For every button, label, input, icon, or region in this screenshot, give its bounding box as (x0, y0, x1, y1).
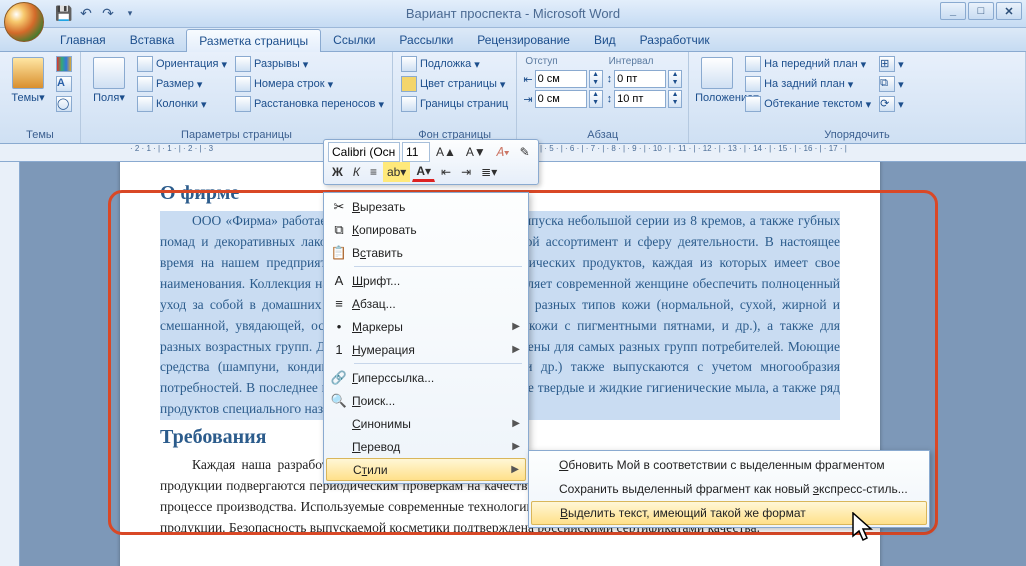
window-title: Вариант проспекта - Microsoft Word (0, 6, 1026, 21)
ctx-item-вырезать[interactable]: ✂Вырезать (326, 195, 526, 218)
titlebar: 💾 ↶ ↷ ▾ Вариант проспекта - Microsoft Wo… (0, 0, 1026, 28)
ctx-item-гиперссылка-[interactable]: 🔗Гиперссылка... (326, 366, 526, 389)
tab-home[interactable]: Главная (48, 29, 118, 51)
ctx-item-копировать[interactable]: ⧉Копировать (326, 218, 526, 241)
close-button[interactable]: ✕ (996, 2, 1022, 20)
ctx-item-шрифт-[interactable]: AШрифт... (326, 269, 526, 292)
line-numbers-button[interactable]: Номера строк ▾ (233, 75, 386, 93)
ctx-item-нумерация[interactable]: 1Нумерация▶ (326, 338, 526, 361)
ctx-item-абзац-[interactable]: ≡Абзац... (326, 292, 526, 315)
decrease-indent-icon[interactable]: ⇤ (437, 162, 455, 182)
group-paragraph: Отступ ⇤▲▼ ⇥▲▼ Интервал ↕▲▼ ↕▲▼ Абзац (517, 52, 689, 143)
position-button[interactable]: Положение▾ (695, 55, 739, 104)
watermark-button[interactable]: Подложка ▾ (399, 55, 510, 73)
format-painter-icon[interactable]: ✎ (516, 142, 534, 162)
qat-more-icon[interactable]: ▾ (120, 4, 140, 24)
ctx-item-вставить[interactable]: 📋Вставить (326, 241, 526, 264)
ctx-item-маркеры[interactable]: •Маркеры▶ (326, 315, 526, 338)
context-menu: ✂Вырезать⧉Копировать📋Вставить AШрифт...≡А… (323, 192, 529, 484)
ctx-item-синонимы[interactable]: Синонимы▶ (326, 412, 526, 435)
ctx-item-перевод[interactable]: Перевод▶ (326, 435, 526, 458)
hyphenation-button[interactable]: Расстановка переносов ▾ (233, 95, 386, 113)
group-themes: Темы▾ A ◯ Темы (0, 52, 81, 143)
undo-icon[interactable]: ↶ (76, 4, 96, 24)
bold-icon[interactable]: Ж (328, 162, 347, 182)
group-objects-button[interactable]: ⧉▾ (877, 75, 906, 93)
themes-button[interactable]: Темы▾ (6, 55, 50, 104)
redo-icon[interactable]: ↷ (98, 4, 118, 24)
margins-button[interactable]: Поля▾ (87, 55, 131, 104)
indent-left-field[interactable]: ⇤▲▼ (523, 70, 602, 88)
bring-front-button[interactable]: На передний план ▾ (743, 55, 873, 73)
ctx-item-поиск-[interactable]: 🔍Поиск... (326, 389, 526, 412)
shrink-font-icon[interactable]: A▼ (462, 142, 490, 162)
columns-button[interactable]: Колонки ▾ (135, 95, 229, 113)
grow-font-icon[interactable]: A▲ (432, 142, 460, 162)
tab-mailings[interactable]: Рассылки (387, 29, 465, 51)
theme-effects-button[interactable]: ◯ (54, 95, 74, 113)
align-button[interactable]: ⊞▾ (877, 55, 906, 73)
indent-right-field[interactable]: ⇥▲▼ (523, 90, 602, 108)
mini-toolbar: A▲ A▼ 𝐴▾ ✎ Ж К ≡ ab▾ A▾ ⇤ ⇥ ≣▾ (323, 139, 539, 185)
tab-review[interactable]: Рецензирование (465, 29, 582, 51)
styles-submenu: Обновить Мой в соответствии с выделенным… (528, 450, 930, 528)
styles-icon[interactable]: 𝐴▾ (492, 142, 514, 162)
tab-view[interactable]: Вид (582, 29, 628, 51)
bullets-icon[interactable]: ≣▾ (477, 162, 501, 182)
size-button[interactable]: Размер ▾ (135, 75, 229, 93)
group-page-background: Подложка ▾ Цвет страницы ▾ Границы стран… (393, 52, 517, 143)
indent-label: Отступ (523, 55, 602, 68)
spacing-label: Интервал (607, 55, 683, 68)
text-wrap-button[interactable]: Обтекание текстом ▾ (743, 95, 873, 113)
font-size-field[interactable] (402, 142, 430, 162)
group-page-setup: Поля▾ Ориентация ▾ Размер ▾ Колонки ▾ Ра… (81, 52, 393, 143)
highlight-icon[interactable]: ab▾ (383, 162, 410, 182)
page-borders-button[interactable]: Границы страниц (399, 95, 510, 113)
ribbon-tabs: Главная Вставка Разметка страницы Ссылки… (0, 28, 1026, 52)
theme-colors-button[interactable] (54, 55, 74, 73)
minimize-button[interactable]: _ (940, 2, 966, 20)
save-icon[interactable]: 💾 (54, 4, 74, 24)
tab-developer[interactable]: Разработчик (628, 29, 722, 51)
ribbon: Темы▾ A ◯ Темы Поля▾ Ориентация ▾ Размер… (0, 52, 1026, 144)
group-arrange: Положение▾ На передний план ▾ На задний … (689, 52, 1026, 143)
font-name-field[interactable] (328, 142, 400, 162)
quick-access-toolbar: 💾 ↶ ↷ ▾ (54, 4, 140, 24)
tab-references[interactable]: Ссылки (321, 29, 387, 51)
italic-icon[interactable]: К (349, 162, 364, 182)
submenu-item[interactable]: Обновить Мой в соответствии с выделенным… (531, 453, 927, 477)
align-center-icon[interactable]: ≡ (366, 162, 381, 182)
increase-indent-icon[interactable]: ⇥ (457, 162, 475, 182)
tab-page-layout[interactable]: Разметка страницы (186, 29, 321, 52)
office-button[interactable] (4, 2, 44, 42)
page-color-button[interactable]: Цвет страницы ▾ (399, 75, 510, 93)
font-color-icon[interactable]: A▾ (412, 162, 435, 182)
orientation-button[interactable]: Ориентация ▾ (135, 55, 229, 73)
maximize-button[interactable]: □ (968, 2, 994, 20)
ctx-item-стили[interactable]: Стили▶ (326, 458, 526, 481)
spacing-before-field[interactable]: ↕▲▼ (607, 70, 683, 88)
theme-fonts-button[interactable]: A (54, 75, 74, 93)
spacing-after-field[interactable]: ↕▲▼ (607, 90, 683, 108)
submenu-item[interactable]: Сохранить выделенный фрагмент как новый … (531, 477, 927, 501)
send-back-button[interactable]: На задний план ▾ (743, 75, 873, 93)
rotate-button[interactable]: ⟳▾ (877, 95, 906, 113)
submenu-item[interactable]: Выделить текст, имеющий такой же формат (531, 501, 927, 525)
vertical-ruler[interactable] (0, 162, 20, 566)
tab-insert[interactable]: Вставка (118, 29, 187, 51)
breaks-button[interactable]: Разрывы ▾ (233, 55, 386, 73)
